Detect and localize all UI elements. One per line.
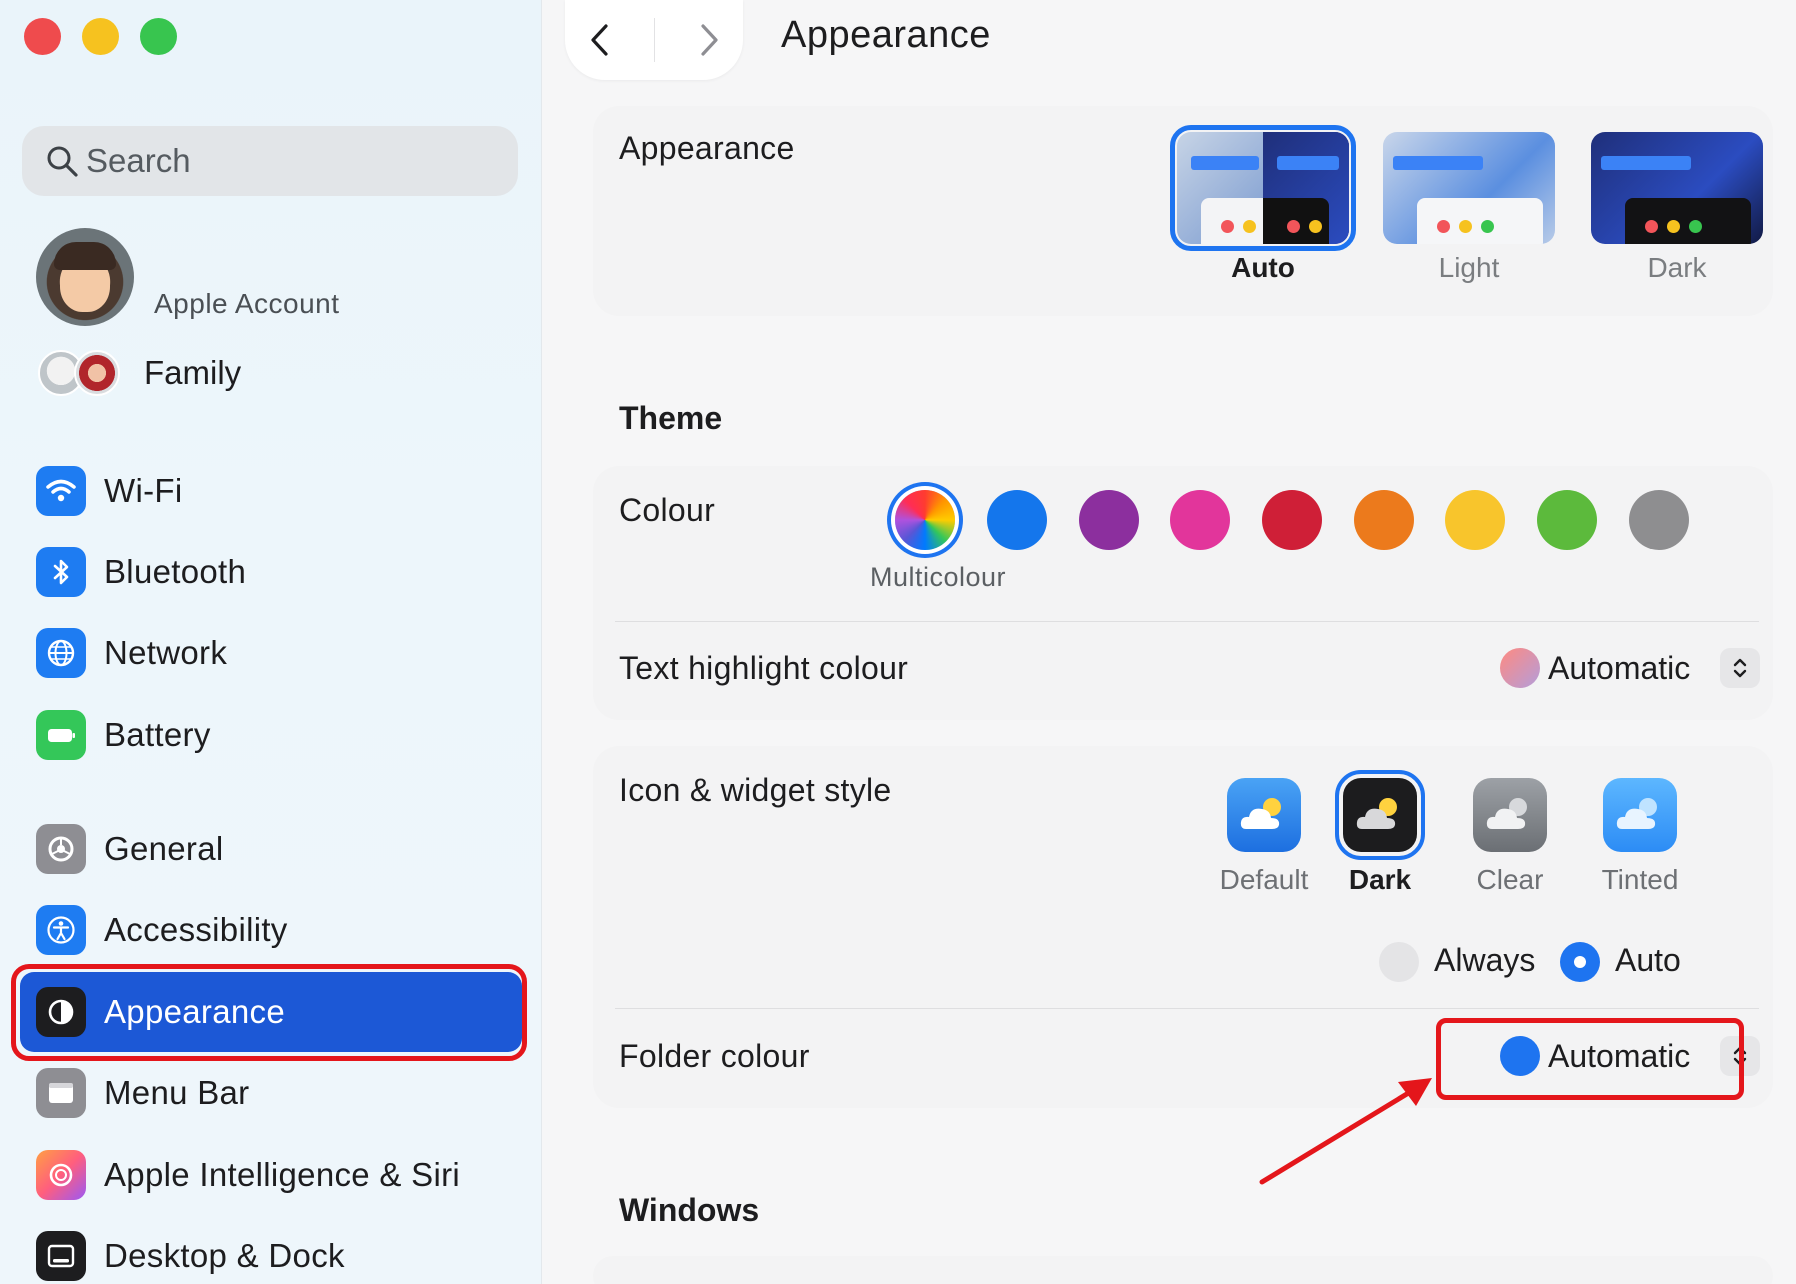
text-highlight-popup[interactable]: Automatic [1500,648,1761,688]
sidebar-item-general[interactable]: General [20,809,522,889]
sidebar-item-accessibility[interactable]: Accessibility [20,890,522,970]
menubar-icon [36,1068,86,1118]
icon-style-clear[interactable] [1473,778,1547,852]
accessibility-icon [36,905,86,955]
forward-chevron-icon[interactable] [694,20,724,60]
sidebar: Search Apple Account Family Wi-Fi Blueto… [0,0,542,1284]
family-avatar [74,350,120,396]
colour-swatch-multicolour[interactable] [895,490,955,550]
colour-swatch-green[interactable] [1537,490,1597,550]
colour-swatch-pink[interactable] [1170,490,1230,550]
sidebar-item-label: Wi-Fi [104,472,183,509]
page-title: Appearance [781,14,991,56]
folder-colour-label: Folder colour [619,1038,810,1074]
appearance-option-label: Auto [1231,252,1295,283]
sidebar-item-network[interactable]: Network [20,613,522,693]
sidebar-item-desktop-dock[interactable]: Desktop & Dock [20,1216,522,1284]
colour-swatch-yellow[interactable] [1445,490,1505,550]
icon-style-dark[interactable] [1335,770,1425,860]
sidebar-item-label: General [104,830,224,867]
globe-icon [36,628,86,678]
colour-swatch-red[interactable] [1262,490,1322,550]
mode-radio-label: Auto [1615,942,1681,978]
weather-cloud-sun-icon [1486,798,1527,829]
navigation-buttons [565,0,743,80]
search-icon [47,146,78,177]
mode-radio-label: Always [1434,942,1536,978]
appearance-option-dark[interactable] [1591,132,1763,244]
appearance-option-label: Light [1438,252,1500,283]
zoom-window-button[interactable] [140,18,177,55]
sidebar-item-label: Battery [104,716,211,753]
appearance-option-auto[interactable] [1170,125,1356,251]
weather-cloud-sun-icon [1240,798,1281,829]
sidebar-item-label: Menu Bar [104,1074,250,1111]
mode-radio-always[interactable] [1379,942,1419,982]
wifi-icon [36,466,86,516]
selected-colour-label: Multicolour [870,562,1007,592]
minimize-window-button[interactable] [82,18,119,55]
windows-card [593,1256,1773,1284]
colour-swatch-graphite[interactable] [1629,490,1689,550]
sidebar-item-label: Network [104,634,228,671]
family-row[interactable]: Family [38,350,241,396]
theme-heading: Theme [619,400,723,436]
weather-cloud-sun-icon [1356,798,1397,829]
colour-swatch-purple[interactable] [1079,490,1139,550]
avatar [36,228,134,326]
sidebar-item-battery[interactable]: Battery [20,695,522,775]
appearance-card: Appearance Auto Light Dark [593,106,1773,316]
weather-cloud-sun-icon [1616,798,1657,829]
icon-style-tinted[interactable] [1603,778,1677,852]
gear-icon [36,824,86,874]
annotation-highlight-box [11,964,527,1061]
text-highlight-value: Automatic [1548,649,1691,686]
text-highlight-label: Text highlight colour [619,650,909,686]
colour-label: Colour [619,492,716,528]
sidebar-item-label: Accessibility [104,911,288,948]
sidebar-item-bluetooth[interactable]: Bluetooth [20,532,522,612]
apple-account-label: Apple Account [154,288,340,319]
annotation-highlight-box [1436,1018,1744,1100]
chevron-updown-icon [1720,648,1761,688]
icon-widget-label: Icon & widget style [619,772,892,808]
icon-style-default[interactable] [1227,778,1301,852]
highlight-colour-dot [1500,648,1540,688]
close-window-button[interactable] [24,18,61,55]
windows-heading: Windows [619,1192,760,1228]
family-label: Family [144,354,242,391]
icon-style-label: Dark [1348,864,1412,895]
apple-account-row[interactable]: Apple Account [36,228,340,326]
dock-icon [36,1231,86,1281]
search-field[interactable]: Search [22,126,518,196]
battery-icon [36,710,86,760]
back-chevron-icon[interactable] [585,20,615,60]
icon-style-label: Clear [1476,864,1544,895]
colour-swatch-orange[interactable] [1354,490,1414,550]
siri-icon [36,1150,86,1200]
mode-radio-auto[interactable] [1560,942,1600,982]
sidebar-item-label: Desktop & Dock [104,1237,345,1274]
sidebar-item-wifi[interactable]: Wi-Fi [20,451,522,531]
search-placeholder: Search [86,142,191,179]
appearance-option-label: Dark [1647,252,1707,283]
theme-card: Colour Multicolour Text highlight colour… [593,466,1773,720]
appearance-option-light[interactable] [1383,132,1555,244]
icon-style-label: Default [1219,864,1309,895]
bluetooth-icon [36,547,86,597]
sidebar-item-apple-intelligence-siri[interactable]: Apple Intelligence & Siri [20,1135,522,1215]
sidebar-item-label: Apple Intelligence & Siri [104,1156,461,1193]
sidebar-item-menu-bar[interactable]: Menu Bar [20,1053,522,1133]
colour-swatch-blue[interactable] [987,490,1047,550]
icon-style-label: Tinted [1601,864,1679,895]
appearance-label: Appearance [619,130,795,166]
sidebar-item-label: Bluetooth [104,553,247,590]
